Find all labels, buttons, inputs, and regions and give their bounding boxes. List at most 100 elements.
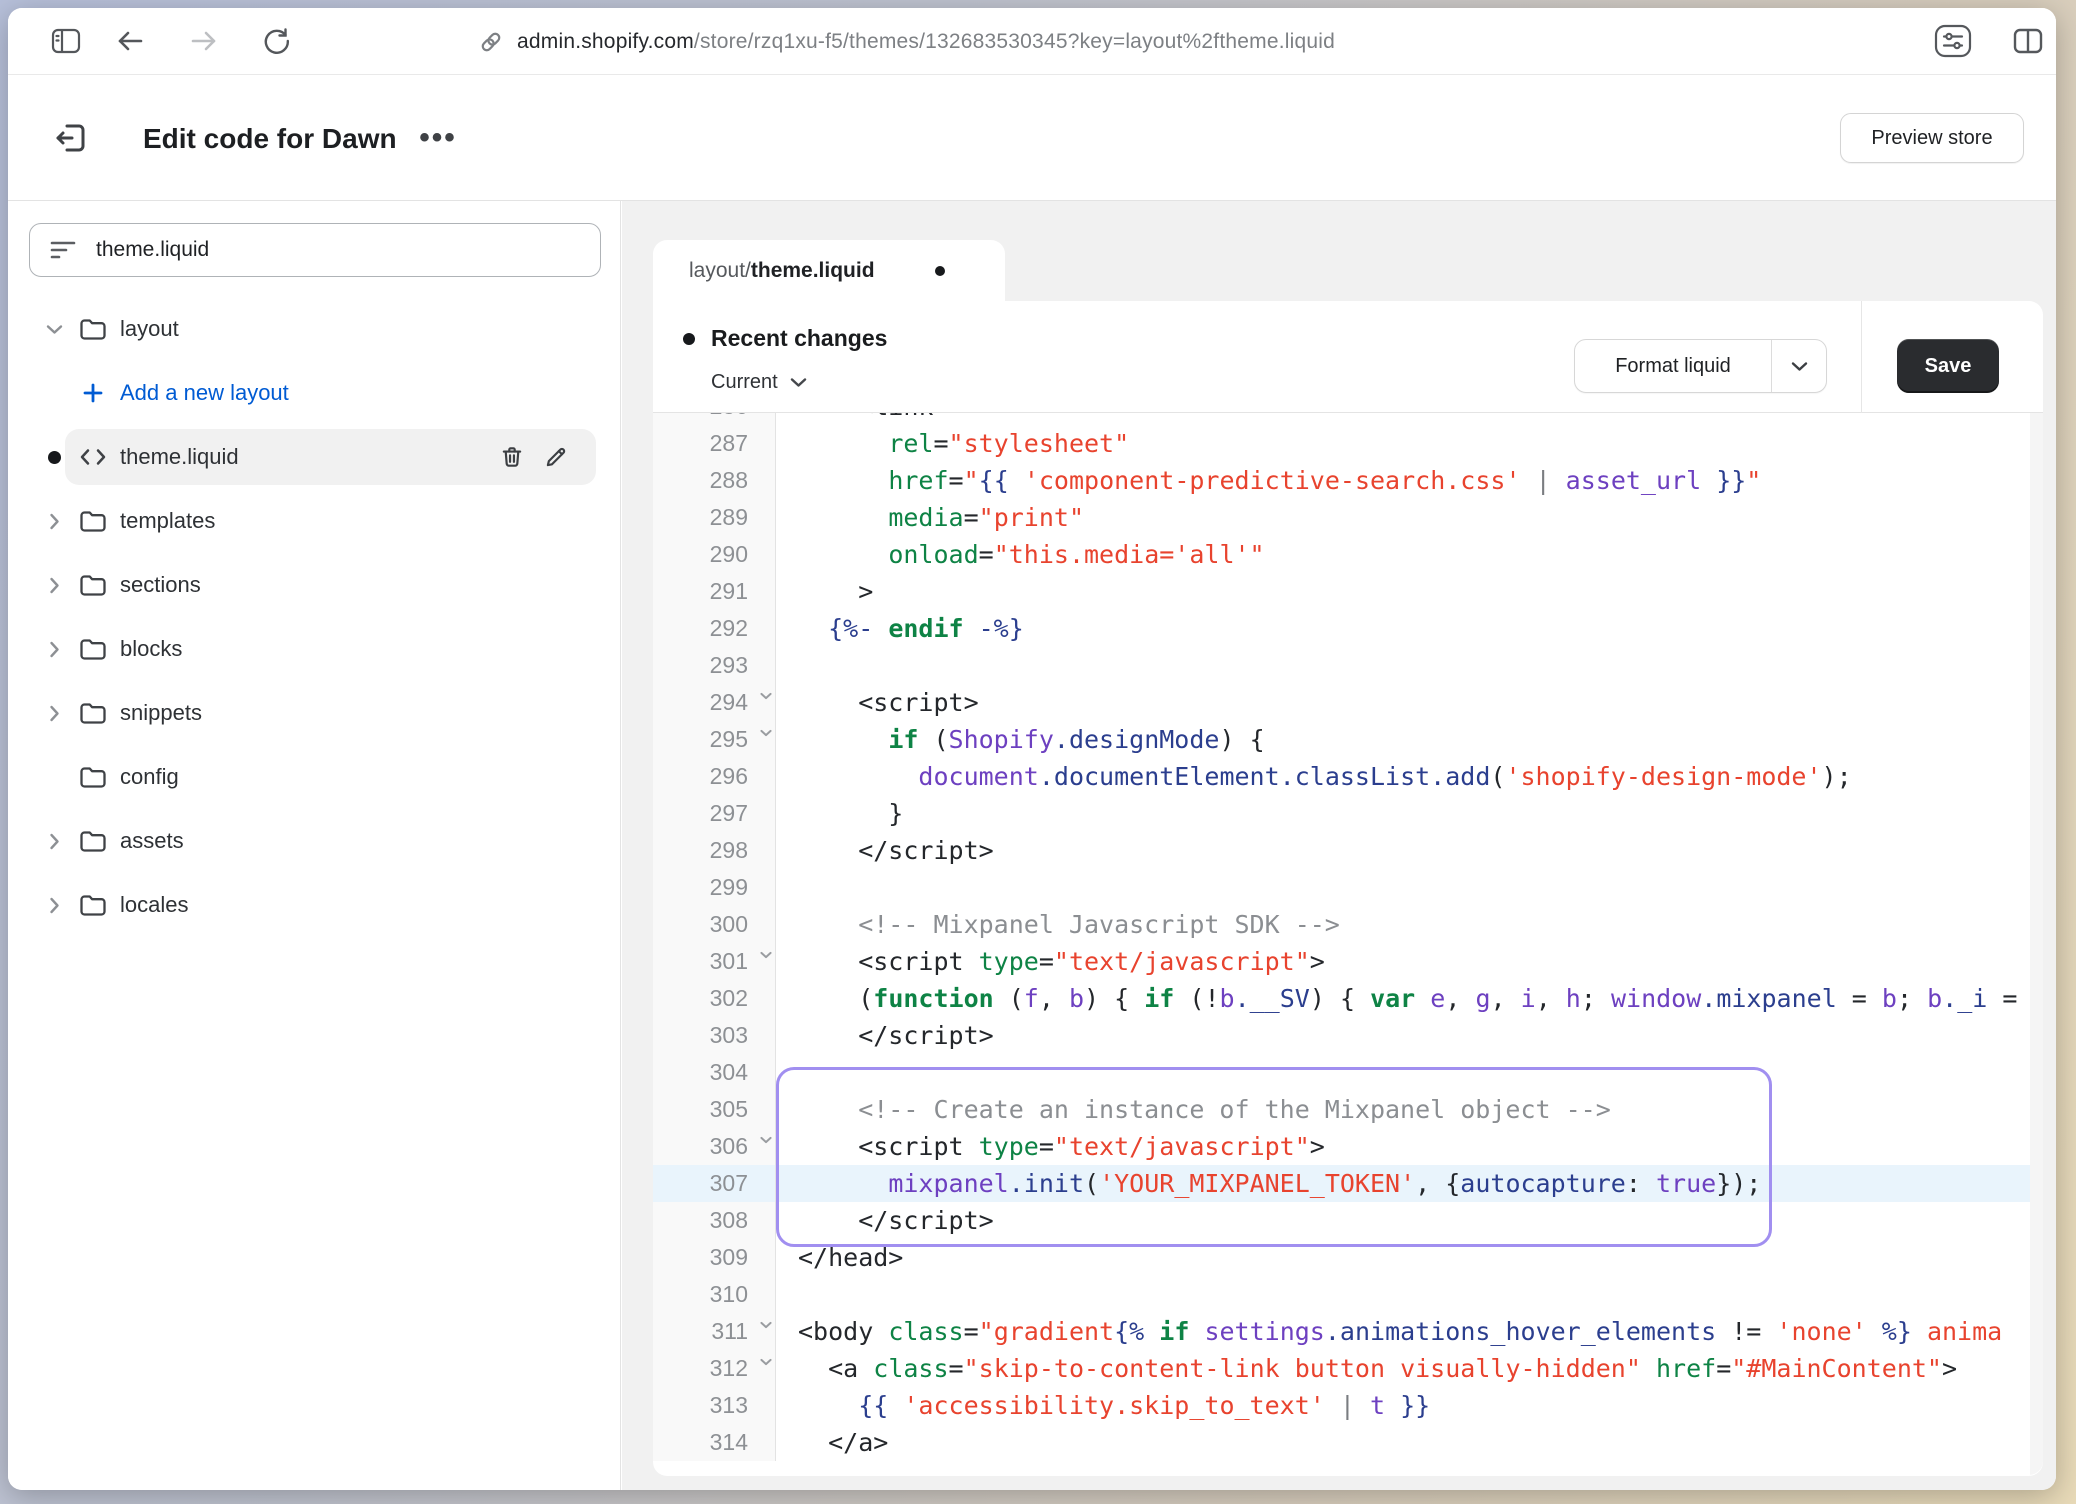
code-line-309[interactable]: 309</head>: [653, 1239, 2043, 1276]
fold-chevron-icon[interactable]: [760, 692, 772, 700]
code-text: </a>: [776, 1424, 2043, 1461]
version-dropdown[interactable]: Current: [711, 371, 807, 394]
sidebar-item-assets[interactable]: assets: [8, 809, 620, 873]
code-line-305[interactable]: 305 <!-- Create an instance of the Mixpa…: [653, 1091, 2043, 1128]
code-line-301[interactable]: 301 <script type="text/javascript">: [653, 943, 2043, 980]
gutter-cell: 297: [653, 795, 776, 832]
line-number: 294: [710, 684, 748, 721]
chevron-right-icon[interactable]: [42, 873, 66, 937]
modified-dot: [42, 425, 66, 489]
code-line-311[interactable]: 311<body class="gradient{% if settings.a…: [653, 1313, 2043, 1350]
chevron-down-icon[interactable]: [42, 297, 66, 361]
fold-chevron-icon[interactable]: [760, 1136, 772, 1144]
code-line-310[interactable]: 310: [653, 1276, 2043, 1313]
code-line-313[interactable]: 313 {{ 'accessibility.skip_to_text' | t …: [653, 1387, 2043, 1424]
chevron-right-icon[interactable]: [42, 809, 66, 873]
code-line-294[interactable]: 294 <script>: [653, 684, 2043, 721]
fold-chevron-icon[interactable]: [760, 1321, 772, 1329]
tab-theme-liquid[interactable]: layout/theme.liquid: [653, 240, 1005, 302]
code-line-295[interactable]: 295 if (Shopify.designMode) {: [653, 721, 2043, 758]
code-line-288[interactable]: 288 href="{{ 'component-predictive-searc…: [653, 462, 2043, 499]
chevron-right-icon[interactable]: [42, 617, 66, 681]
code-line-297[interactable]: 297 }: [653, 795, 2043, 832]
reload-icon[interactable]: [260, 24, 294, 58]
sidebar-item-config[interactable]: config: [8, 745, 620, 809]
fold-chevron-icon[interactable]: [760, 729, 772, 737]
gutter-cell: 296: [653, 758, 776, 795]
code-line-292[interactable]: 292 {%- endif -%}: [653, 610, 2043, 647]
plus-icon: [76, 361, 110, 425]
sidebar-item-blocks[interactable]: blocks: [8, 617, 620, 681]
delete-file-icon[interactable]: [494, 439, 530, 475]
gutter-cell: 310: [653, 1276, 776, 1313]
sidebar-item-theme-liquid[interactable]: theme.liquid: [8, 425, 620, 489]
code-line-287[interactable]: 287 rel="stylesheet": [653, 425, 2043, 462]
line-number: 286: [710, 413, 748, 425]
code-text: rel="stylesheet": [776, 425, 2043, 462]
code-text: <link: [776, 413, 2043, 425]
line-number: 289: [710, 499, 748, 536]
code-line-307[interactable]: 307 mixpanel.init('YOUR_MIXPANEL_TOKEN',…: [653, 1165, 2043, 1202]
code-text: (function (f, b) { if (!b.__SV) { var e,…: [776, 980, 2043, 1017]
code-line-290[interactable]: 290 onload="this.media='all'": [653, 536, 2043, 573]
line-number: 292: [710, 610, 748, 647]
sidebar-item-templates[interactable]: templates: [8, 489, 620, 553]
chevron-right-icon[interactable]: [42, 553, 66, 617]
back-icon[interactable]: [113, 24, 147, 58]
code-line-304[interactable]: 304: [653, 1054, 2043, 1091]
gutter-cell: 294: [653, 684, 776, 721]
preview-store-button[interactable]: Preview store: [1840, 113, 2024, 163]
code-line-298[interactable]: 298 </script>: [653, 832, 2043, 869]
code-line-286[interactable]: 286 <link: [653, 413, 2043, 425]
code-line-312[interactable]: 312 <a class="skip-to-content-link butto…: [653, 1350, 2043, 1387]
tab-dir-label: layout/: [689, 259, 751, 283]
code-line-296[interactable]: 296 document.documentElement.classList.a…: [653, 758, 2043, 795]
header-divider: [1861, 301, 1862, 413]
fold-chevron-icon[interactable]: [760, 1358, 772, 1366]
format-liquid-button[interactable]: Format liquid: [1575, 340, 1772, 392]
gutter-cell: 289: [653, 499, 776, 536]
chevron-down-icon: [790, 377, 807, 388]
editor-scrollbar[interactable]: [2030, 413, 2043, 1475]
exit-editor-icon[interactable]: [52, 119, 90, 157]
code-line-308[interactable]: 308 </script>: [653, 1202, 2043, 1239]
address-bar[interactable]: admin.shopify.com/store/rzq1xu-f5/themes…: [478, 8, 1335, 75]
page-settings-icon[interactable]: [1930, 21, 1976, 61]
folder-icon: [76, 681, 110, 745]
chevron-right-icon[interactable]: [42, 489, 66, 553]
code-editor[interactable]: 286 <link287 rel="stylesheet"288 href="{…: [653, 413, 2043, 1475]
file-search-box[interactable]: [29, 223, 601, 277]
code-line-306[interactable]: 306 <script type="text/javascript">: [653, 1128, 2043, 1165]
sidebar-item-snippets[interactable]: snippets: [8, 681, 620, 745]
fold-chevron-icon[interactable]: [760, 951, 772, 959]
code-line-289[interactable]: 289 media="print": [653, 499, 2043, 536]
changes-dot-icon: [683, 333, 695, 345]
item-label: snippets: [120, 681, 202, 745]
recent-changes-label: Recent changes: [711, 325, 887, 352]
code-line-314[interactable]: 314 </a>: [653, 1424, 2043, 1461]
more-actions-button[interactable]: •••: [412, 119, 464, 157]
code-line-299[interactable]: 299: [653, 869, 2043, 906]
format-liquid-caret[interactable]: [1772, 340, 1826, 392]
split-view-icon[interactable]: [2008, 21, 2048, 61]
sidebar-item-layout[interactable]: layout: [8, 297, 620, 361]
rename-file-icon[interactable]: [538, 439, 574, 475]
code-line-293[interactable]: 293: [653, 647, 2043, 684]
sidebar-item-add-a-new-layout[interactable]: Add a new layout: [8, 361, 620, 425]
gutter-cell: 299: [653, 869, 776, 906]
code-line-302[interactable]: 302 (function (f, b) { if (!b.__SV) { va…: [653, 980, 2043, 1017]
code-line-300[interactable]: 300 <!-- Mixpanel Javascript SDK -->: [653, 906, 2043, 943]
sidebar-toggle-icon[interactable]: [49, 24, 83, 58]
gutter-cell: 301: [653, 943, 776, 980]
sidebar-item-locales[interactable]: locales: [8, 873, 620, 937]
code-text: </script>: [776, 1202, 2043, 1239]
chevron-right-icon[interactable]: [42, 681, 66, 745]
code-text: [776, 1054, 2043, 1091]
sidebar-item-sections[interactable]: sections: [8, 553, 620, 617]
unsaved-dot: [935, 266, 945, 276]
code-line-291[interactable]: 291 >: [653, 573, 2043, 610]
search-input[interactable]: [96, 238, 576, 262]
save-button[interactable]: Save: [1897, 339, 1999, 393]
code-line-303[interactable]: 303 </script>: [653, 1017, 2043, 1054]
filter-icon: [50, 239, 76, 261]
